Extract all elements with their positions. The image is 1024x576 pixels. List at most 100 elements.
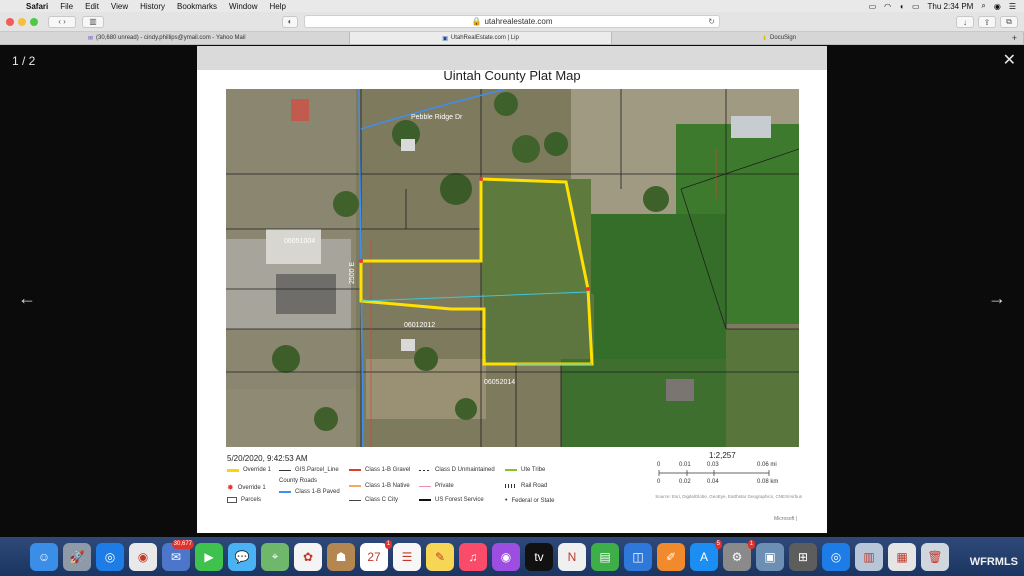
- messages-icon[interactable]: 💬: [228, 542, 256, 571]
- legend-class-1b-paved: Class 1-B Paved: [279, 489, 340, 495]
- calendar-icon[interactable]: 27 1: [360, 539, 392, 571]
- legend-swatch: [349, 485, 361, 487]
- control-center-icon[interactable]: ☰: [1009, 2, 1016, 11]
- menu-file[interactable]: File: [54, 2, 79, 11]
- aerial-map[interactable]: Pebble Ridge Dr 2500 E 06051004 06012012…: [226, 89, 799, 447]
- minimize-window-button[interactable]: [18, 17, 26, 26]
- sidebar-toggle-button[interactable]: ▥: [82, 15, 104, 28]
- pages-icon[interactable]: ✐: [657, 542, 685, 571]
- tab-docusign[interactable]: ⬇ DocuSign +: [612, 32, 1024, 44]
- finder-icon[interactable]: ☺: [30, 542, 58, 571]
- address-bar[interactable]: 🔒 utahrealestate.com ↻: [304, 15, 720, 28]
- launchpad-icon[interactable]: 🚀: [63, 542, 91, 571]
- airplay-icon[interactable]: ▭: [869, 2, 877, 11]
- menu-window[interactable]: Window: [223, 2, 263, 11]
- share-button[interactable]: ⇪: [978, 16, 996, 28]
- zoom-window-button[interactable]: [30, 17, 38, 26]
- reminders-icon[interactable]: ☰: [393, 542, 421, 571]
- menu-view[interactable]: View: [105, 2, 134, 11]
- new-tab-overview-button[interactable]: ⧉: [1000, 16, 1018, 28]
- legend-class-c-city: Class C City: [349, 497, 398, 503]
- dock-glyph: 💬: [234, 549, 250, 564]
- menu-app-name[interactable]: Safari: [20, 2, 54, 11]
- chrome-icon[interactable]: ◉: [129, 542, 157, 571]
- legend-override-star: ✸ Override 1: [227, 483, 266, 492]
- safari-2-icon[interactable]: ◎: [822, 542, 850, 571]
- menu-bookmarks[interactable]: Bookmarks: [171, 2, 223, 11]
- legend-swatch: [279, 491, 291, 493]
- maps-icon[interactable]: ⌖: [261, 542, 289, 571]
- reload-icon[interactable]: ↻: [708, 17, 715, 26]
- legend-label: Private: [435, 483, 454, 489]
- system-preferences-icon[interactable]: ⚙ 1: [723, 539, 755, 571]
- dock-glyph: tv: [534, 549, 544, 564]
- news-icon[interactable]: N: [558, 542, 586, 571]
- new-tab-icon[interactable]: +: [1012, 33, 1017, 43]
- tab-yahoo-mail[interactable]: ✉ (30,680 unread) - cindy.phillips@ymail…: [0, 32, 350, 44]
- aerial-map-graphic: Pebble Ridge Dr 2500 E 06051004 06012012…: [226, 89, 799, 447]
- ure-favicon-icon: ▣: [442, 35, 448, 42]
- numbers-icon[interactable]: ▤: [591, 542, 619, 571]
- dock-glyph: ◎: [830, 549, 842, 564]
- mail-icon[interactable]: ✉ 30,677: [162, 539, 194, 571]
- legend-label: Override 1: [237, 484, 266, 491]
- tab-utahrealestate[interactable]: ▣ UtahRealEstate.com | Lip: [350, 32, 612, 44]
- tab-label: (30,680 unread) - cindy.phillips@ymail.c…: [96, 35, 246, 41]
- notes-icon[interactable]: ✎: [426, 542, 454, 571]
- legend-gis-parcel-line: GIS.Parcel_Line: [279, 467, 339, 473]
- legend-federal-state: • Federal or State: [505, 497, 554, 504]
- safari-icon[interactable]: ◎: [96, 542, 124, 571]
- tab-label: DocuSign: [770, 35, 797, 41]
- dock-glyph: 🚀: [69, 549, 85, 564]
- map-label-parcel-c: 06052014: [484, 379, 515, 386]
- wifi-icon[interactable]: ◠: [884, 2, 891, 11]
- arrow-right-icon[interactable]: →: [988, 288, 1006, 309]
- downloads-icon[interactable]: ▥: [855, 542, 883, 571]
- map-label-parcel-a: 06051004: [284, 238, 315, 245]
- downloads-button[interactable]: ↓: [956, 16, 974, 28]
- legend-swatch: [279, 469, 291, 471]
- contacts-icon[interactable]: ☗: [327, 542, 355, 571]
- trash-icon[interactable]: 🗑: [921, 542, 949, 571]
- legend-private: Private: [419, 483, 454, 489]
- legend-class-d: Class D Unmaintained: [419, 467, 495, 473]
- calculator-icon[interactable]: ⊞: [789, 542, 817, 571]
- facetime-icon[interactable]: ▶: [195, 542, 223, 571]
- privacy-report-button[interactable]: ◐: [282, 15, 298, 28]
- preview-icon[interactable]: ▣: [756, 542, 784, 571]
- menu-help[interactable]: Help: [263, 2, 291, 11]
- scale-km-2: 0.04: [707, 479, 719, 485]
- dock-glyph: ◉: [137, 549, 149, 564]
- dock-glyph: N: [567, 549, 577, 564]
- close-window-button[interactable]: [6, 17, 14, 26]
- keynote-icon[interactable]: ◫: [624, 542, 652, 571]
- menu-edit[interactable]: Edit: [79, 2, 105, 11]
- legend-label: Override 1: [243, 467, 272, 473]
- menu-history[interactable]: History: [134, 2, 171, 11]
- legend-parcels: Parcels: [227, 497, 261, 503]
- legend-swatch: [349, 469, 361, 471]
- menu-clock[interactable]: Thu 2:34 PM: [928, 2, 974, 11]
- battery-icon[interactable]: ▭: [912, 2, 920, 11]
- volume-icon[interactable]: ◖: [899, 2, 904, 11]
- legend-swatch: [349, 499, 361, 501]
- dock-glyph: ⚙: [731, 549, 743, 564]
- spotlight-icon[interactable]: ⌕: [981, 1, 985, 11]
- appletv-icon[interactable]: tv: [525, 542, 553, 571]
- dock-glyph: ◉: [500, 549, 512, 564]
- music-icon[interactable]: ♫: [459, 542, 487, 571]
- podcasts-icon[interactable]: ◉: [492, 542, 520, 571]
- close-icon[interactable]: ✕: [1003, 50, 1016, 70]
- siri-icon[interactable]: ◉: [994, 2, 1001, 11]
- photos-icon[interactable]: ✿: [294, 542, 322, 571]
- legend-swatch: [419, 499, 431, 501]
- address-url: utahrealestate.com: [484, 17, 553, 26]
- dock-glyph: ⌖: [271, 549, 279, 563]
- appstore-icon[interactable]: A5: [690, 539, 722, 571]
- documents-icon[interactable]: ▦: [888, 542, 916, 571]
- arrow-left-icon[interactable]: ←: [18, 288, 36, 309]
- legend-label: County Roads: [279, 478, 318, 484]
- map-legend: Override 1 ✸ Override 1 Parcels GIS.Parc…: [227, 467, 607, 517]
- back-forward-buttons[interactable]: ‹ ›: [48, 15, 76, 28]
- dock-glyph: ◫: [632, 549, 644, 564]
